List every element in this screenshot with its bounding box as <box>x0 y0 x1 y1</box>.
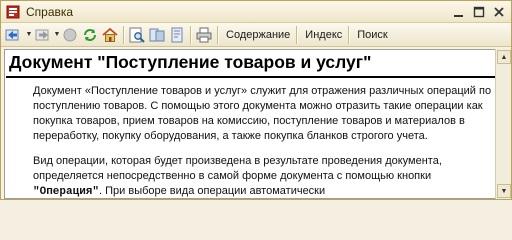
back-dropdown-icon[interactable]: ▼ <box>25 26 33 44</box>
vertical-scrollbar[interactable]: ▲ ▼ <box>495 49 511 199</box>
stop-icon <box>63 28 77 41</box>
toolbar-separator <box>217 25 218 44</box>
sync-contents-icon <box>149 28 165 41</box>
sync-button[interactable] <box>148 25 166 45</box>
heading-rule <box>6 76 496 78</box>
toolbar-separator <box>296 25 298 44</box>
toolbar: ▼ ▼ Содержание Индекс Поиск <box>1 23 511 47</box>
stop-button[interactable] <box>61 25 79 45</box>
minimize-icon[interactable] <box>451 4 467 20</box>
document-heading: Документ "Поступление товаров и услуг" <box>9 52 372 72</box>
refresh-button[interactable] <box>81 25 99 45</box>
operation-keyword: "Операция" <box>33 186 100 198</box>
print-button[interactable] <box>195 25 213 45</box>
help-window: Справка ▼ ▼ Содержание Индекс Поиск Доку… <box>0 0 512 200</box>
toolbar-separator <box>348 25 350 44</box>
find-in-page-icon <box>129 27 145 43</box>
help-content: Документ "Поступление товаров и услуг" Д… <box>4 49 497 199</box>
bookmark-button[interactable] <box>168 25 186 45</box>
find-button[interactable] <box>128 25 146 45</box>
forward-button[interactable] <box>33 25 51 45</box>
print-icon <box>196 27 212 42</box>
home-icon <box>102 27 118 42</box>
close-icon[interactable] <box>491 4 507 20</box>
refresh-icon <box>84 28 96 41</box>
help-book-icon <box>5 4 21 20</box>
title-bar[interactable]: Справка <box>1 1 511 23</box>
back-button[interactable] <box>5 25 23 45</box>
maximize-icon[interactable] <box>471 4 487 20</box>
home-button[interactable] <box>101 25 119 45</box>
window-title: Справка <box>26 4 74 19</box>
contents-tab[interactable]: Содержание <box>222 25 294 45</box>
paragraph-text: Вид операции, которая будет произведена … <box>33 155 442 182</box>
forward-arrow-icon <box>35 29 49 40</box>
toolbar-separator <box>190 25 191 44</box>
back-arrow-icon <box>5 29 19 40</box>
scroll-down-icon[interactable]: ▼ <box>497 184 511 198</box>
search-tab[interactable]: Поиск <box>353 25 391 45</box>
paragraph-text: . При выборе вида операции автоматически <box>99 185 326 197</box>
index-tab[interactable]: Индекс <box>301 25 346 45</box>
page-icon <box>171 27 183 42</box>
paragraph-operation: Вид операции, которая будет произведена … <box>33 154 495 198</box>
toolbar-separator <box>123 25 124 44</box>
forward-dropdown-icon[interactable]: ▼ <box>53 26 61 44</box>
paragraph-intro: Документ «Поступление товаров и услуг» с… <box>33 85 492 142</box>
scroll-up-icon[interactable]: ▲ <box>497 50 511 64</box>
